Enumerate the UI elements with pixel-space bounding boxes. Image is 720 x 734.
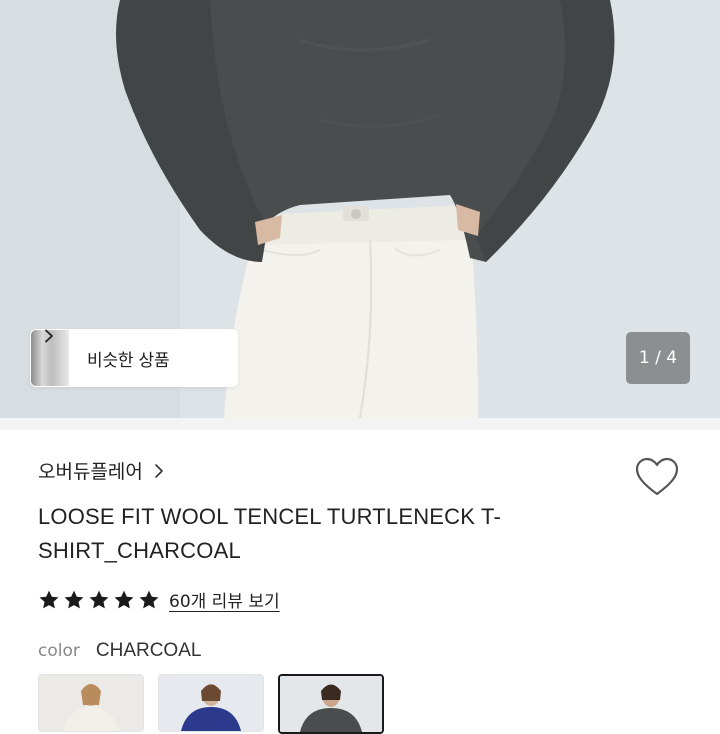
product-image-gallery[interactable]: 비슷한 상품 1 / 4 [0, 0, 720, 418]
swatch-ivory[interactable] [38, 674, 144, 732]
heart-icon[interactable] [634, 456, 680, 498]
section-divider [0, 418, 720, 430]
brand-name: 오버듀플레어 [38, 461, 143, 483]
chevron-right-icon [155, 463, 163, 478]
star-icon [64, 590, 84, 608]
color-value: CHARCOAL [95, 640, 202, 661]
color-swatches [38, 674, 398, 734]
color-option-row: color CHARCOAL [38, 640, 201, 662]
star-icon [114, 590, 134, 608]
product-title: LOOSE FIT WOOL TENCEL TURTLENECK T-SHIRT… [38, 504, 501, 563]
star-rating [38, 589, 163, 611]
similar-products-label: 비슷한 상품 [87, 350, 170, 371]
reviews-link[interactable]: 60개 리뷰 보기 [169, 587, 280, 612]
star-icon [39, 590, 59, 608]
color-label: color [38, 641, 80, 661]
star-icon [139, 590, 159, 608]
swatch-charcoal[interactable] [278, 674, 384, 734]
chevron-right-icon [45, 329, 53, 343]
similar-products-button[interactable]: 비슷한 상품 [30, 329, 238, 387]
swatch-navy[interactable] [158, 674, 264, 732]
brand-link[interactable]: 오버듀플레어 [38, 457, 165, 484]
star-icon [89, 590, 109, 608]
rating-row: 60개 리뷰 보기 [38, 587, 280, 612]
image-counter: 1 / 4 [626, 332, 690, 384]
